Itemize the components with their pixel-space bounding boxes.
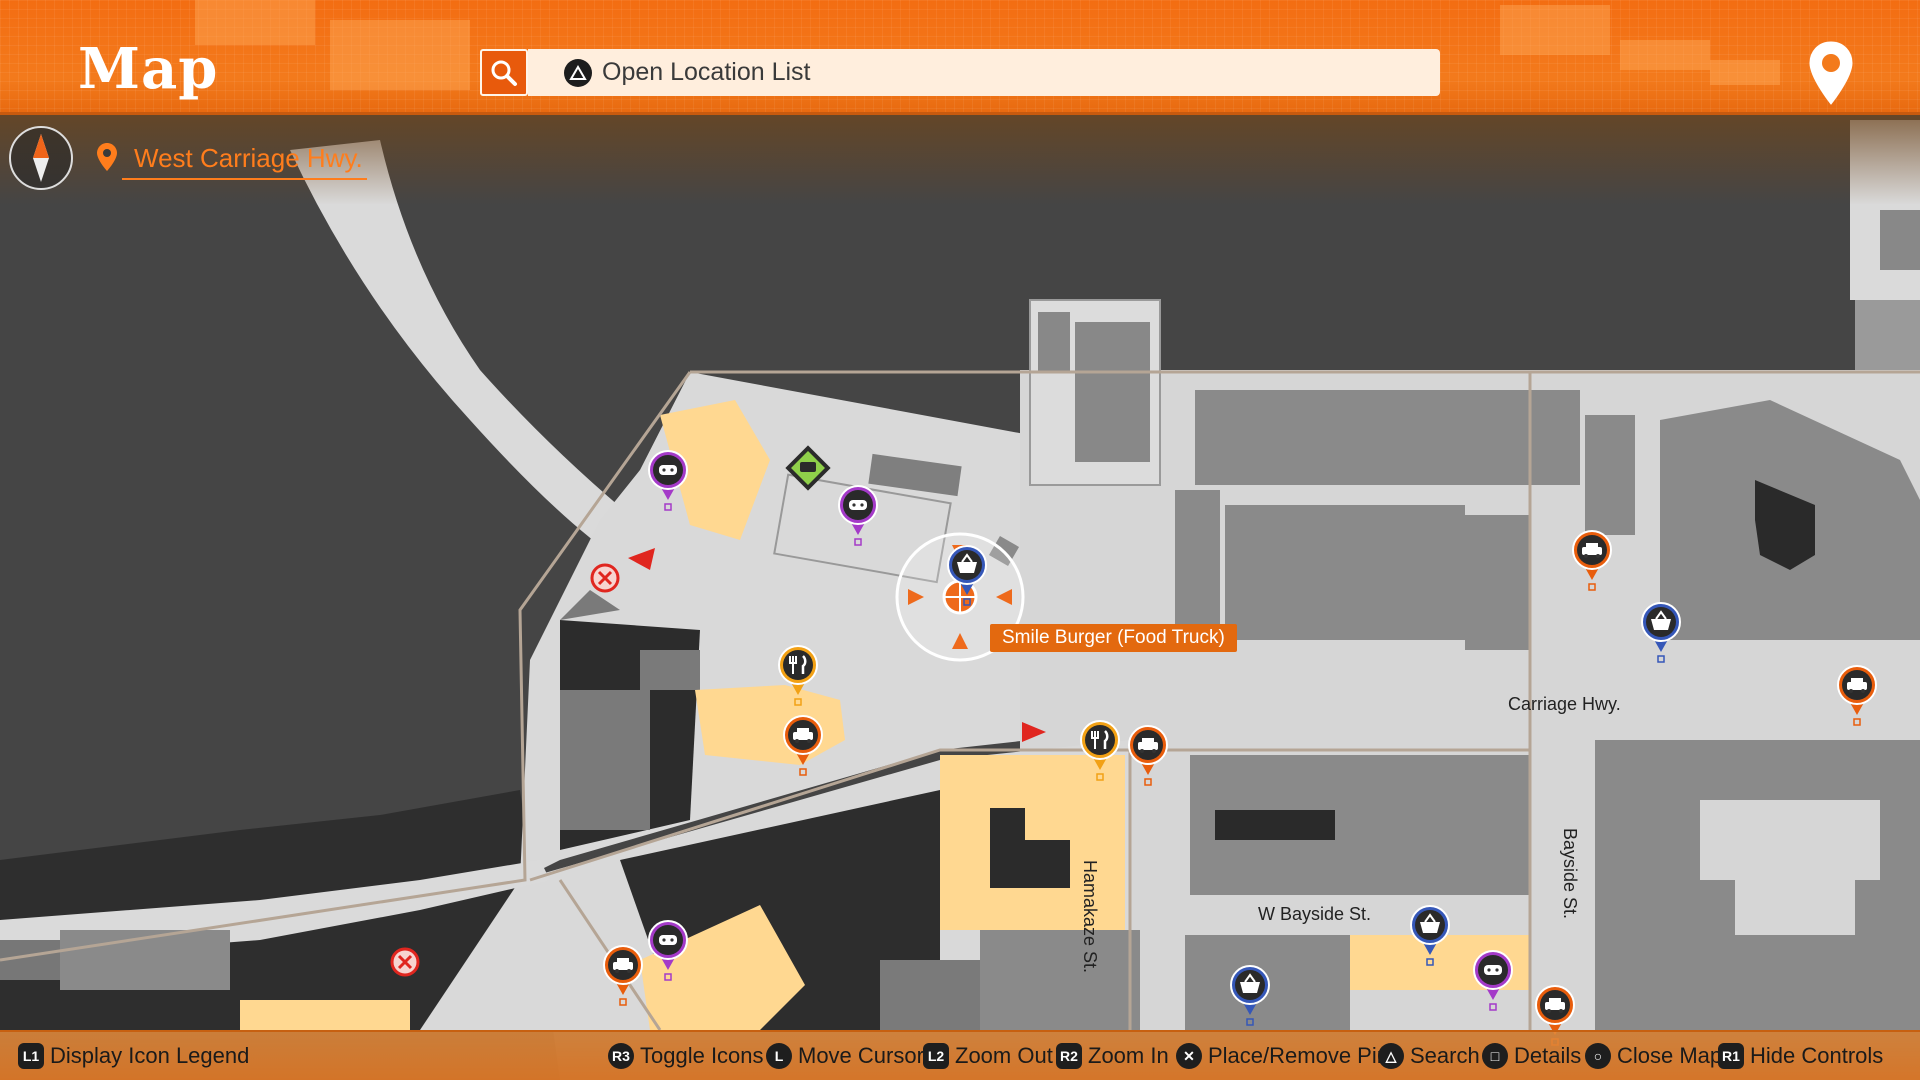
control-toggle-icons[interactable]: R3 Toggle Icons (608, 1041, 764, 1071)
street-label-hamakaze: Hamakaze St. (1080, 860, 1100, 974)
r2-button-icon: R2 (1056, 1043, 1082, 1069)
control-details[interactable]: □ Details (1482, 1041, 1581, 1071)
circle-button-icon: ○ (1585, 1043, 1611, 1069)
r3-button-icon: R3 (608, 1043, 634, 1069)
control-move-cursor[interactable]: L Move Cursor (766, 1041, 924, 1071)
triangle-button-icon: △ (1378, 1043, 1404, 1069)
search-prompt: Open Location List (602, 58, 811, 86)
search-button[interactable] (480, 49, 528, 96)
street-label-carriage-hwy: Carriage Hwy. (1508, 694, 1621, 714)
target-location-label: Smile Burger (Food Truck) (990, 624, 1237, 652)
control-zoom-in[interactable]: R2 Zoom In (1056, 1041, 1169, 1071)
current-location-name: West Carriage Hwy. (122, 143, 367, 180)
cross-button-icon: ✕ (1176, 1043, 1202, 1069)
control-display-icon-legend[interactable]: L1 Display Icon Legend (18, 1041, 249, 1071)
triangle-button-icon (564, 58, 592, 87)
street-label-bayside: Bayside St. (1560, 828, 1580, 920)
control-zoom-out[interactable]: L2 Zoom Out (923, 1041, 1053, 1071)
control-place-remove-pin[interactable]: ✕ Place/Remove Pin (1176, 1041, 1389, 1071)
l2-button-icon: L2 (923, 1043, 949, 1069)
control-hide-controls[interactable]: R1 Hide Controls (1718, 1041, 1883, 1071)
l-stick-icon: L (766, 1043, 792, 1069)
header-bar: Map Open Location List (0, 0, 1920, 115)
location-pin-icon[interactable] (1806, 38, 1856, 108)
square-button-icon: □ (1482, 1043, 1508, 1069)
map-screen: Map Open Location List West Carriage Hwy… (0, 0, 1920, 1080)
blocked-marker (590, 563, 620, 593)
control-search[interactable]: △ Search (1378, 1041, 1480, 1071)
r1-button-icon: R1 (1718, 1043, 1744, 1069)
control-close-map[interactable]: ○ Close Map (1585, 1041, 1722, 1071)
l1-button-icon: L1 (18, 1043, 44, 1069)
street-label-w-bayside: W Bayside St. (1258, 904, 1372, 924)
compass-icon (9, 126, 73, 190)
page-title: Map (78, 36, 219, 102)
search-icon (491, 60, 517, 86)
current-location-pin-icon (97, 143, 117, 171)
blocked-marker (390, 947, 420, 977)
open-location-list-bar[interactable]: Open Location List (528, 49, 1440, 96)
